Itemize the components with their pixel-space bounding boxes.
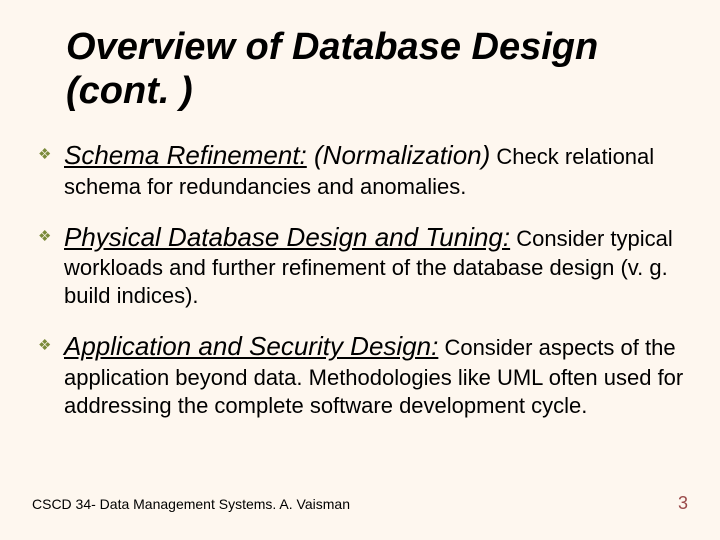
footer: CSCD 34- Data Management Systems. A. Vai… xyxy=(32,493,688,514)
diamond-bullet-icon: ❖ xyxy=(38,147,51,160)
slide: Overview of Database Design (cont. ) ❖ S… xyxy=(0,0,720,540)
bullet-list: ❖ Schema Refinement: (Normalization) Che… xyxy=(32,139,688,420)
bullet-body-inline: Consider aspects of the xyxy=(438,335,675,360)
diamond-bullet-icon: ❖ xyxy=(38,338,51,351)
bullet-lead: Physical Database Design and Tuning: xyxy=(64,222,510,252)
bullet-body-rest: schema for redundancies and anomalies. xyxy=(64,174,466,199)
bullet-body-inline: Consider xyxy=(510,226,610,251)
list-item: ❖ Physical Database Design and Tuning: C… xyxy=(32,221,688,311)
list-item: ❖ Schema Refinement: (Normalization) Che… xyxy=(32,139,688,200)
bullet-body-rest: application beyond data. Methodologies l… xyxy=(64,365,683,418)
bullet-lead: Schema Refinement: xyxy=(64,140,307,170)
bullet-body-inline: Check relational xyxy=(490,144,654,169)
footer-text: CSCD 34- Data Management Systems. A. Vai… xyxy=(32,496,350,512)
bullet-lead: Application and Security Design: xyxy=(64,331,438,361)
diamond-bullet-icon: ❖ xyxy=(38,229,51,242)
page-number: 3 xyxy=(678,493,688,514)
list-item: ❖ Application and Security Design: Consi… xyxy=(32,330,688,420)
bullet-paren: (Normalization) xyxy=(307,140,491,170)
slide-title: Overview of Database Design (cont. ) xyxy=(66,26,688,113)
